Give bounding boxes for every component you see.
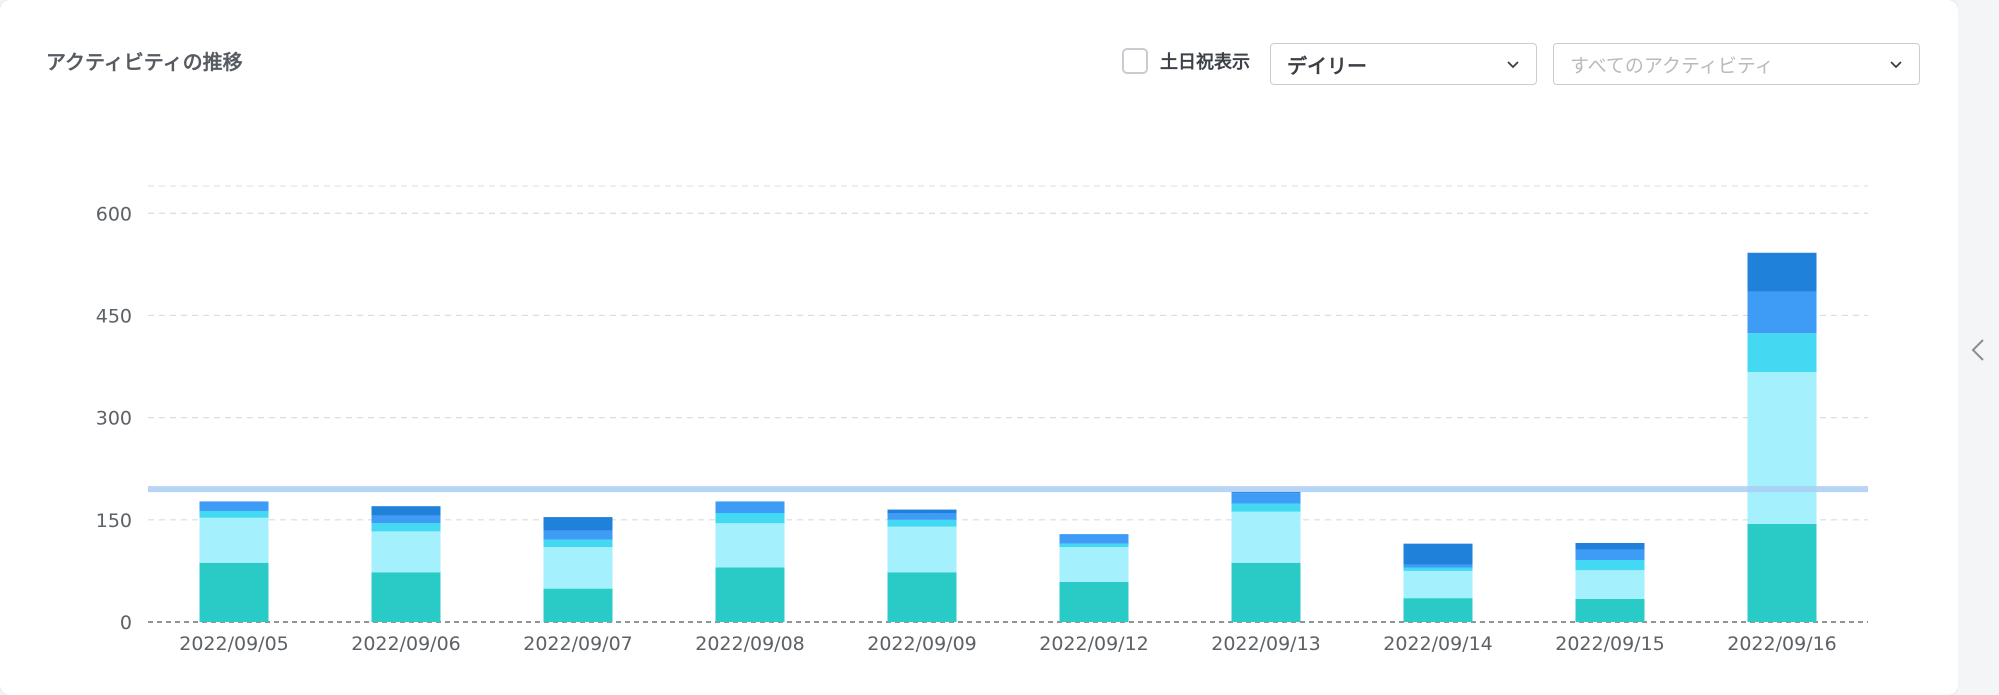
bar-segment [1231,493,1301,504]
bar-segment [543,539,613,548]
bar-segment [1403,567,1473,571]
bar-segment [371,515,441,524]
y-tick-label: 0 [120,612,132,634]
activity-trend-card: アクティビティの推移 土日祝表示 デイリー すべてのアクティビティ 0 150 30… [0,0,1958,695]
y-tick-label: 150 [96,510,132,532]
bar-segment [1575,542,1645,550]
bar-segment [1059,534,1129,544]
chevron-left-icon [1971,339,1984,361]
y-tick-label: 450 [96,305,132,327]
bar-segment [1403,570,1473,599]
bar-segment [1231,511,1301,563]
y-tick-label: 300 [96,408,132,430]
x-tick-label: 2022/09/06 [351,633,461,655]
bar-segment [1747,333,1817,372]
bar-segment [1747,371,1817,524]
bar-segment [371,506,441,516]
bar-segment [715,567,785,622]
x-tick-label: 2022/09/07 [523,633,633,655]
bar-segment [1575,570,1645,599]
bar-segment [1575,598,1645,622]
bar-layer [199,252,1817,622]
bar-segment [1403,543,1473,565]
side-panel-toggle[interactable] [1958,0,1999,695]
bar-segment [715,501,785,513]
bar-segment [1747,291,1817,334]
x-tick-label: 2022/09/12 [1039,633,1149,655]
activity-stacked-bar-chart: 0 150 300 450 600 2022/09/05 2022/09/06 2022/09… [96,185,1868,655]
x-tick-label: 2022/09/16 [1727,633,1837,655]
x-tick-label: 2022/09/09 [867,633,977,655]
bar-segment [199,510,269,518]
bar-segment [1575,549,1645,561]
bar-segment [543,547,613,589]
bar-segment [1059,543,1129,548]
bar-segment [887,509,957,513]
bar-segment [1059,547,1129,582]
bar-segment [199,501,269,511]
bar-segment [199,517,269,563]
bar-segment [887,519,957,527]
bar-segment [199,562,269,622]
bar-segment [887,526,957,573]
bar-segment [371,531,441,573]
bar-segment [543,517,613,531]
x-tick-label: 2022/09/08 [695,633,805,655]
bar-segment [371,523,441,532]
bar-segment [887,513,957,520]
x-tick-label: 2022/09/14 [1383,633,1493,655]
bar-segment [1747,252,1817,292]
bar-segment [543,588,613,622]
bar-segment [1231,503,1301,512]
x-tick-label: 2022/09/15 [1555,633,1665,655]
y-tick-label: 600 [96,203,132,225]
x-tick-label: 2022/09/05 [179,633,289,655]
bar-segment [715,513,785,524]
bar-segment [715,523,785,568]
x-tick-label: 2022/09/13 [1211,633,1321,655]
bar-segment [371,572,441,622]
bar-segment [1747,523,1817,622]
bar-segment [1231,562,1301,622]
bar-segment [1403,598,1473,622]
bar-segment [1403,564,1473,568]
bar-segment [887,572,957,622]
bar-segment [1575,560,1645,571]
bar-segment [1059,581,1129,622]
bar-segment [543,530,613,540]
